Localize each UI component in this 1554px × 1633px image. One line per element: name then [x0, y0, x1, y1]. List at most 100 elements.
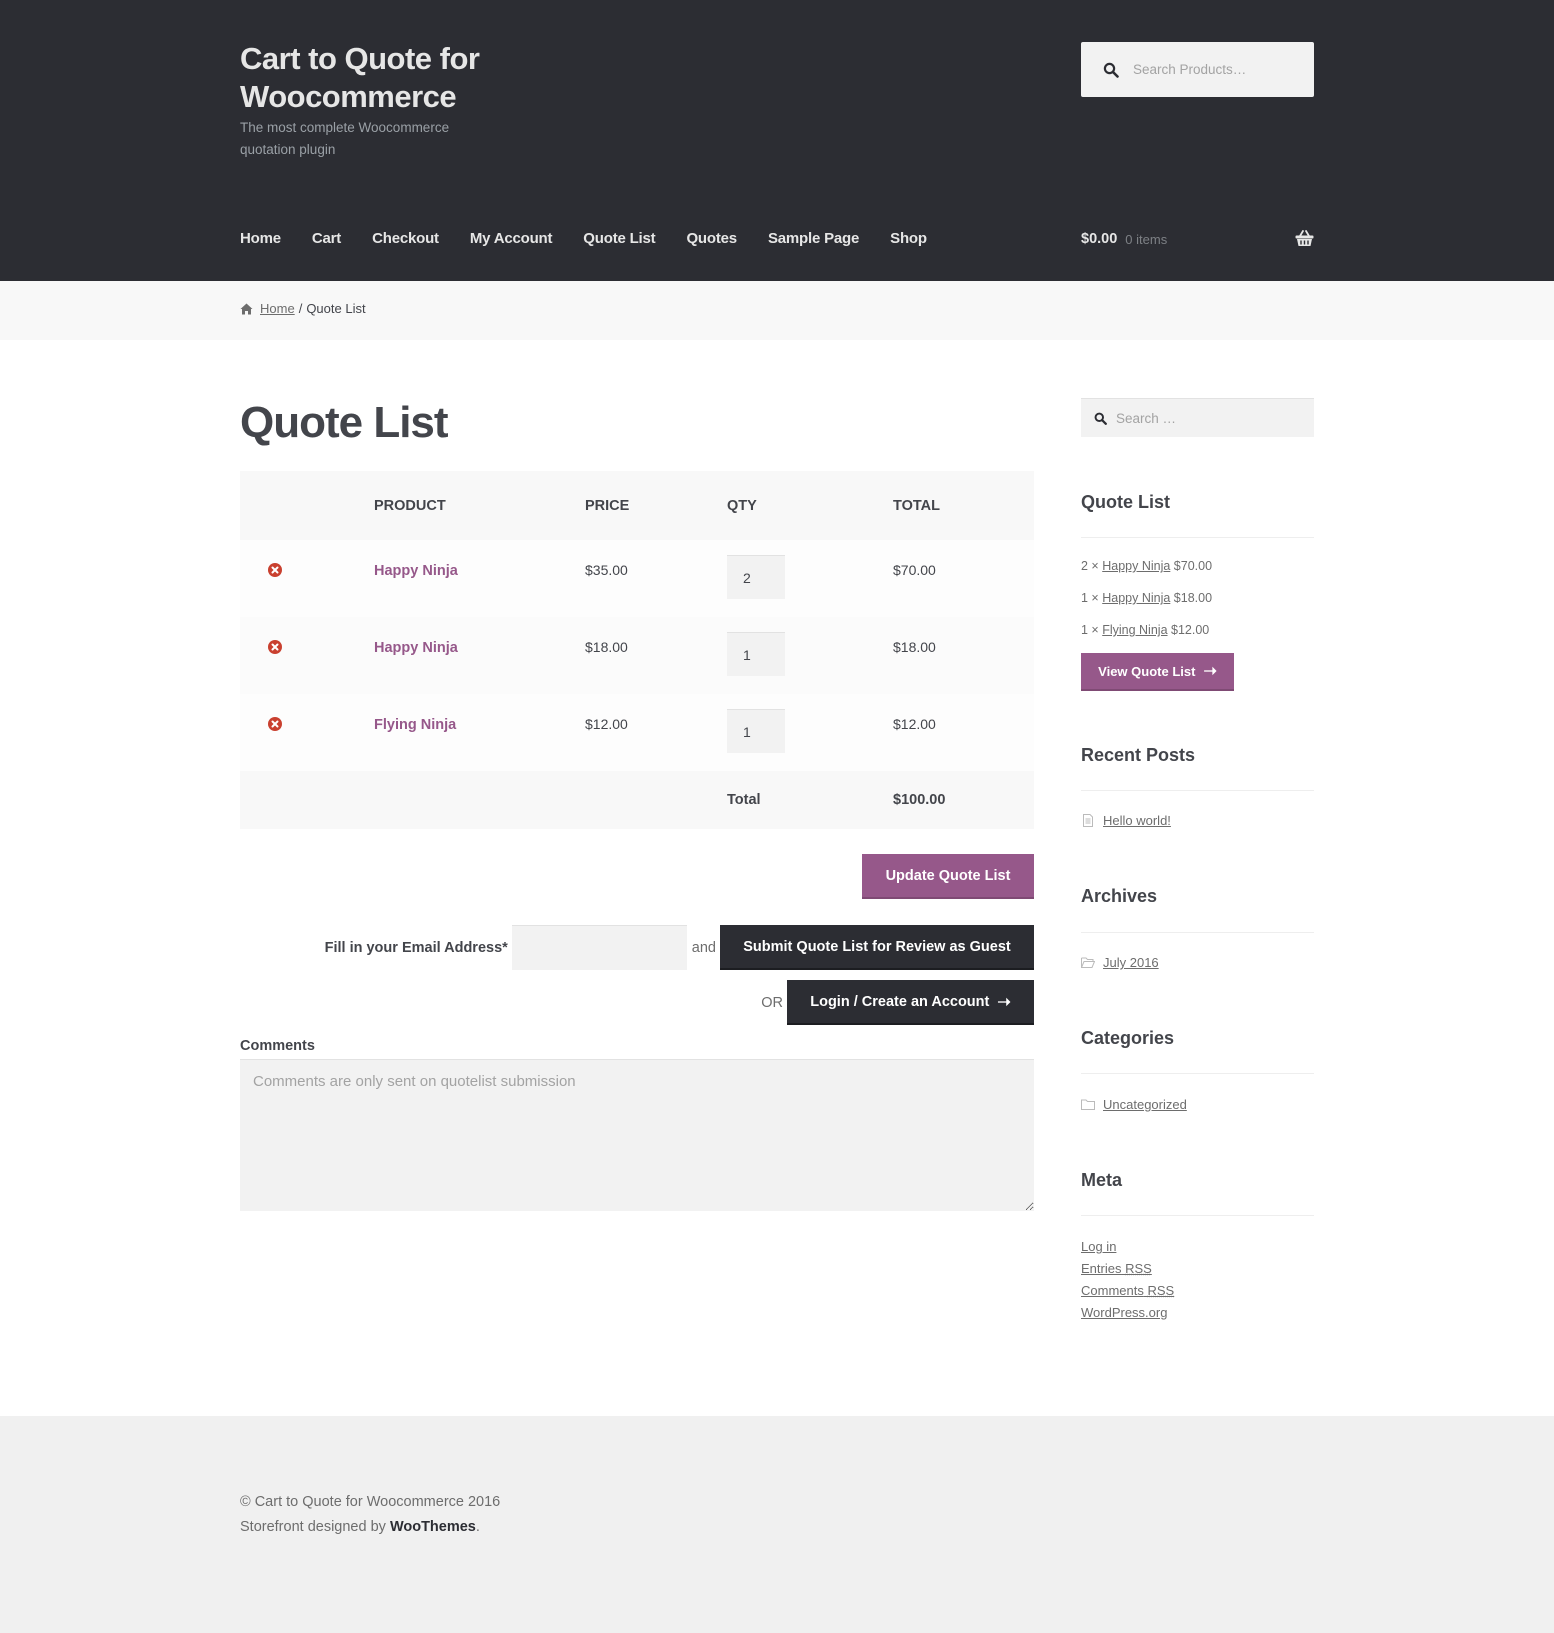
table-row: Happy Ninja $18.00 $18.00 [240, 617, 1034, 694]
total-label: Total [727, 771, 893, 829]
archive-item: July 2016 [1081, 955, 1159, 970]
comments-textarea[interactable] [240, 1059, 1034, 1211]
widget-title-quote-list: Quote List [1081, 492, 1170, 512]
header-qty: Qty [727, 471, 893, 540]
quote-list-widget-product-link[interactable]: Happy Ninja [1102, 559, 1170, 573]
guest-submit-row: Fill in your Email Address* and Submit Q… [240, 925, 1034, 970]
header-remove [240, 471, 374, 540]
page: Cart to Quote for Woocommerce The most c… [0, 0, 1554, 1633]
home-icon [240, 303, 253, 314]
quantity-input[interactable] [727, 555, 785, 599]
remove-item-icon[interactable] [268, 717, 282, 731]
update-quote-list-button[interactable]: Update Quote List [862, 854, 1034, 899]
nav-home[interactable]: Home [240, 230, 281, 247]
header-price: Price [585, 471, 727, 540]
view-quote-list-label: View Quote List [1098, 663, 1196, 679]
nav-sample-page[interactable]: Sample Page [768, 230, 859, 247]
product-link[interactable]: Flying Ninja [374, 717, 456, 733]
footer-copyright: © Cart to Quote for Woocommerce 2016 [240, 1494, 501, 1510]
product-search-input[interactable] [1133, 62, 1303, 77]
table-row: Flying Ninja $12.00 $12.00 [240, 694, 1034, 771]
nav-quotes[interactable]: Quotes [686, 230, 737, 247]
archive-link[interactable]: July 2016 [1103, 955, 1159, 970]
product-link[interactable]: Happy Ninja [374, 640, 458, 656]
nav-cart[interactable]: Cart [312, 230, 341, 247]
item-total: $70.00 [893, 540, 1034, 617]
cart-count: 0 items [1125, 231, 1168, 247]
item-total: $12.00 [893, 694, 1034, 771]
product-link[interactable]: Happy Ninja [374, 563, 458, 579]
breadcrumb: Home / Quote List [240, 301, 366, 316]
quantity-input[interactable] [727, 709, 785, 753]
content-area: Quote List Product Price Qty Total Happy… [0, 340, 1554, 1416]
meta-wordpress-link[interactable]: WordPress.org [1081, 1305, 1167, 1320]
table-total-row: Total $100.00 [240, 771, 1034, 829]
submit-as-guest-button[interactable]: Submit Quote List for Review as Guest [720, 925, 1034, 970]
sidebar-search[interactable] [1081, 398, 1314, 437]
woothemes-link[interactable]: WooThemes [390, 1519, 476, 1535]
total-value: $100.00 [893, 771, 1034, 829]
breadcrumb-band: Home / Quote List [0, 281, 1554, 340]
nav-checkout[interactable]: Checkout [372, 230, 439, 247]
product-search[interactable] [1081, 42, 1314, 97]
category-item: Uncategorized [1081, 1097, 1187, 1112]
nav-shop[interactable]: Shop [890, 230, 927, 247]
header-cart[interactable]: $0.00 0 items [1081, 230, 1314, 247]
site-title[interactable]: Cart to Quote for Woocommerce [240, 40, 500, 116]
widget-divider [1081, 932, 1314, 933]
quote-list-widget-product-link[interactable]: Flying Ninja [1102, 623, 1167, 637]
widget-divider [1081, 537, 1314, 538]
login-button-label: Login / Create an Account [810, 993, 990, 1010]
category-link[interactable]: Uncategorized [1103, 1097, 1187, 1112]
table-row: Happy Ninja $35.00 $70.00 [240, 540, 1034, 617]
nav-my-account[interactable]: My Account [470, 230, 553, 247]
recent-post-link[interactable]: Hello world! [1103, 813, 1171, 828]
header-product: Product [374, 471, 585, 540]
email-label: Fill in your Email Address* [324, 939, 508, 956]
comments-label: Comments [240, 1038, 315, 1054]
item-total: $18.00 [893, 617, 1034, 694]
cart-amount: $0.00 [1081, 231, 1118, 247]
widget-divider [1081, 790, 1314, 791]
quantity-input[interactable] [727, 632, 785, 676]
meta-log-in-link[interactable]: Log in [1081, 1239, 1116, 1254]
site-description: The most complete Woocommerce quotation … [240, 120, 450, 157]
header-total: Total [893, 471, 1034, 540]
email-input[interactable] [511, 925, 687, 970]
meta-entries-rss-link[interactable]: Entries RSS [1081, 1261, 1152, 1276]
breadcrumb-home[interactable]: Home [260, 301, 295, 316]
sidebar-search-input[interactable] [1116, 410, 1296, 426]
document-icon [1083, 814, 1093, 827]
breadcrumb-separator: / [298, 301, 303, 316]
footer-credit: Storefront designed by WooThemes. [240, 1519, 480, 1535]
item-price: $35.00 [585, 540, 727, 617]
quote-list-widget-product-link[interactable]: Happy Ninja [1102, 591, 1170, 605]
search-icon [1094, 412, 1107, 425]
quote-list-widget-item: 1 × Flying Ninja $12.00 [1081, 623, 1210, 637]
recent-post-item: Hello world! [1081, 813, 1171, 828]
primary-navigation: Home Cart Checkout My Account Quote List… [240, 230, 958, 247]
remove-item-icon[interactable] [268, 640, 282, 654]
item-price: $12.00 [585, 694, 727, 771]
or-text: OR [761, 994, 783, 1011]
site-header: Cart to Quote for Woocommerce The most c… [0, 0, 1554, 281]
widget-title-archives: Archives [1081, 886, 1158, 906]
widget-divider [1081, 1215, 1314, 1216]
search-icon [1103, 62, 1119, 78]
site-footer: © Cart to Quote for Woocommerce 2016 Sto… [0, 1416, 1554, 1633]
widget-title-categories: Categories [1081, 1028, 1175, 1048]
table-header-row: Product Price Qty Total [240, 471, 1034, 540]
remove-item-icon[interactable] [268, 563, 282, 577]
quote-list-table: Product Price Qty Total Happy Ninja $35.… [240, 471, 1034, 829]
quote-list-widget-item: 1 × Happy Ninja $18.00 [1081, 591, 1213, 605]
folder-open-icon [1081, 957, 1095, 968]
view-quote-list-button[interactable]: View Quote List ➝ [1081, 653, 1234, 691]
site-branding: Cart to Quote for Woocommerce The most c… [240, 40, 500, 161]
meta-comments-rss-link[interactable]: Comments RSS [1081, 1283, 1174, 1298]
login-create-account-button[interactable]: Login / Create an Account ➝ [787, 980, 1034, 1025]
folder-icon [1081, 1099, 1095, 1110]
and-text: and [691, 939, 716, 956]
login-row: OR Login / Create an Account ➝ [240, 980, 1034, 1025]
quote-list-widget-item: 2 × Happy Ninja $70.00 [1081, 559, 1213, 573]
nav-quote-list[interactable]: Quote List [583, 230, 655, 247]
